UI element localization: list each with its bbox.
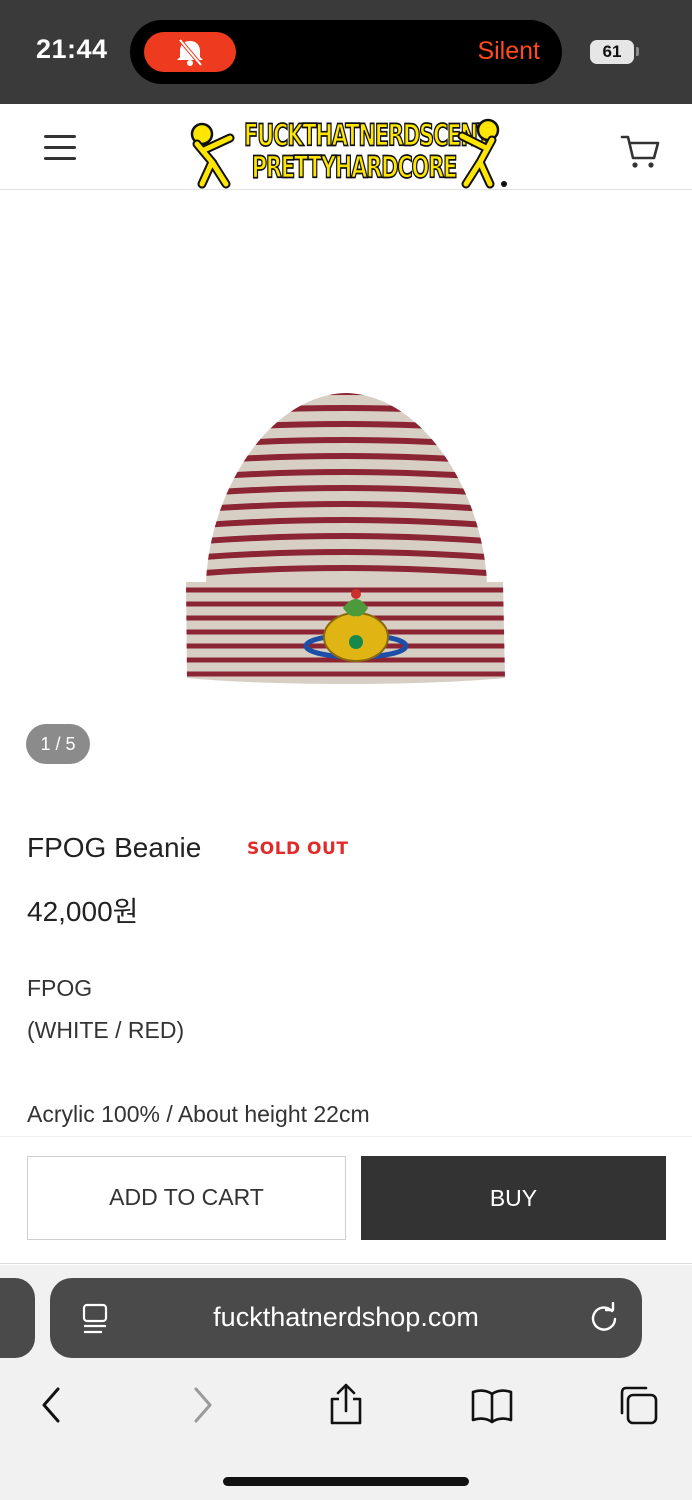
battery-tip: [636, 47, 639, 56]
logo-figure-right-icon: [457, 118, 507, 189]
bookmarks-icon[interactable]: [470, 1383, 514, 1427]
logo-figure-left-icon: [190, 122, 235, 189]
battery-indicator: 61: [590, 40, 634, 64]
add-to-cart-button[interactable]: ADD TO CART: [27, 1156, 346, 1240]
address-bar[interactable]: fuckthatnerdshop.com: [50, 1278, 642, 1358]
silent-label: Silent: [477, 37, 540, 65]
bell-slash-icon: [177, 38, 203, 67]
product-price: 42,000원: [27, 896, 139, 927]
reload-icon[interactable]: [588, 1302, 620, 1334]
cart-icon[interactable]: [618, 128, 662, 172]
product-description-line: (WHITE / RED): [27, 1017, 185, 1043]
back-icon[interactable]: [30, 1383, 74, 1427]
forward-icon[interactable]: [180, 1383, 224, 1427]
site-logo[interactable]: FUCKTHATNERDSCENT PRETTYHARDCORE: [182, 104, 512, 190]
share-icon[interactable]: [324, 1383, 368, 1427]
product-description-line: Acrylic 100% / About height 22cm: [27, 1101, 370, 1127]
product-image[interactable]: [0, 190, 692, 790]
browser-toolbar: fuckthatnerdshop.com: [0, 1265, 692, 1500]
logo-line-1: FUCKTHATNERDSCENT: [243, 117, 491, 154]
buy-button[interactable]: BUY: [361, 1156, 666, 1240]
image-counter: 1 / 5: [26, 724, 90, 764]
hamburger-menu-icon[interactable]: [40, 130, 80, 164]
site-header: FUCKTHATNERDSCENT PRETTYHARDCORE: [0, 104, 692, 190]
logo-line-2: PRETTYHARDCORE: [251, 149, 458, 186]
url-text: fuckthatnerdshop.com: [213, 1302, 479, 1332]
silent-indicator: [144, 32, 236, 72]
status-bar: 21:44 Silent 61: [0, 0, 692, 104]
product-description-line: FPOG: [27, 975, 93, 1001]
sold-out-badge: SOLD OUT: [247, 839, 349, 859]
beanie-image: [186, 393, 505, 684]
purchase-action-bar: ADD TO CART BUY: [0, 1136, 692, 1264]
status-time: 21:44: [36, 34, 108, 64]
home-indicator: [223, 1477, 469, 1486]
previous-tab-preview[interactable]: [0, 1278, 35, 1358]
dynamic-island: Silent: [130, 20, 562, 84]
product-name: FPOG Beanie: [27, 832, 202, 863]
tabs-icon[interactable]: [616, 1383, 660, 1427]
